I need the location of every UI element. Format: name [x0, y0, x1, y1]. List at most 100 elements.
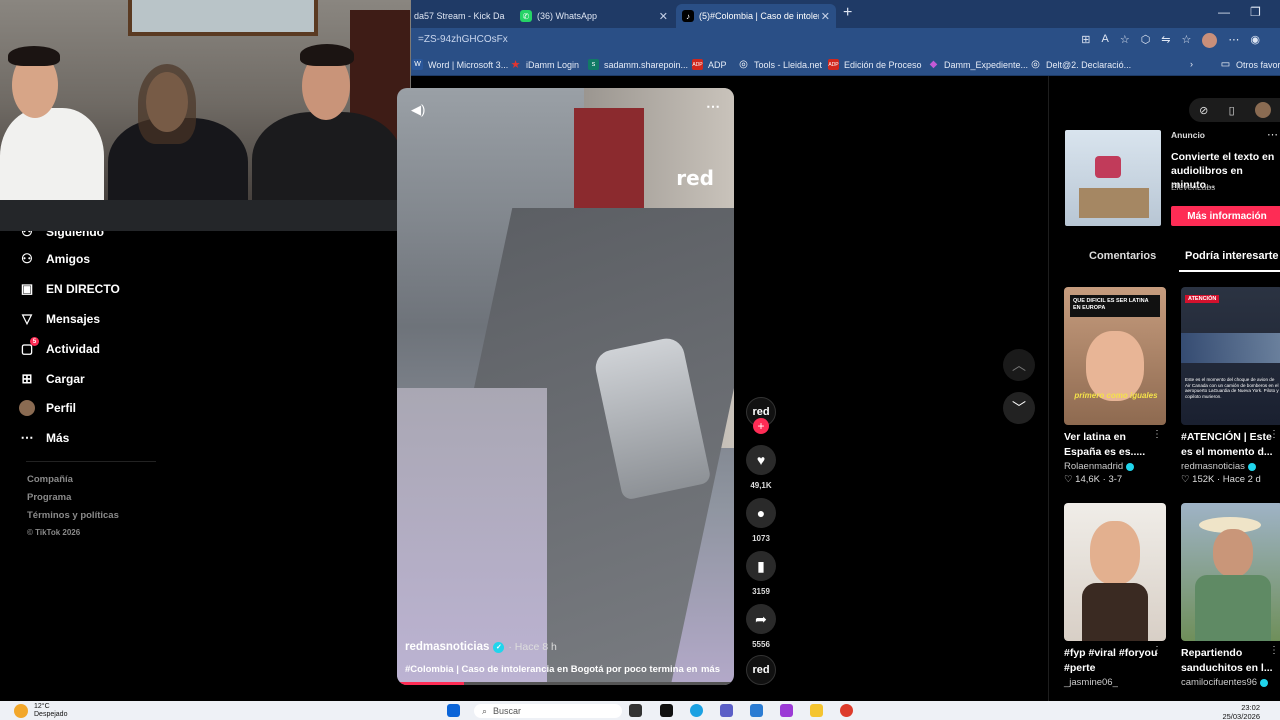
split-icon[interactable]: ⇋	[1161, 33, 1170, 48]
webcam-desk	[0, 200, 411, 231]
ad-cta-button[interactable]: Más información	[1171, 206, 1280, 226]
video-options-icon[interactable]: ⋯	[706, 98, 720, 115]
share-button[interactable]: ➦	[746, 604, 776, 634]
card-user[interactable]: camilocifuentes96	[1181, 677, 1280, 688]
webcam-mirror	[128, 0, 318, 36]
sidebar-item-live[interactable]: ▣ EN DIRECTO	[18, 280, 120, 298]
recommended-card[interactable]: ⋮ #fyp #viral #foryou #perte _jasmine06_	[1064, 503, 1166, 688]
send-icon: ▽	[22, 311, 32, 326]
bookmark-label: iDamm Login	[526, 59, 580, 70]
bookmark-otros[interactable]: ▭ Otros favorit	[1220, 59, 1280, 70]
phone-icon[interactable]: ▯	[1229, 104, 1235, 117]
card-user[interactable]: redmasnoticias	[1181, 461, 1280, 472]
recommended-card[interactable]: QUE DIFICIL ES SER LATINA EN EUROPA prim…	[1064, 287, 1166, 485]
teams-icon[interactable]	[720, 704, 733, 717]
taskbar-search[interactable]: ⌕ Buscar	[474, 704, 622, 718]
bookmark-idamm[interactable]: ★ iDamm Login	[510, 59, 580, 71]
volume-icon[interactable]: ◀)	[411, 102, 425, 118]
card-options-icon[interactable]: ⋮	[1152, 429, 1162, 440]
save-button[interactable]: ▮	[746, 551, 776, 581]
tab-tiktok[interactable]: ♪ (5)#Colombia | Caso de intoleranc ✕	[676, 4, 836, 28]
next-video-button[interactable]: ﹀	[1003, 392, 1035, 424]
card-options-icon[interactable]: ⋮	[1269, 429, 1279, 440]
outlook-icon[interactable]	[750, 704, 763, 717]
weather-widget[interactable]: 12°C Despejado	[14, 703, 67, 719]
maximize-icon[interactable]: ❐	[1250, 5, 1261, 19]
edge-icon[interactable]	[690, 704, 703, 717]
sidebar-item-activity[interactable]: ▢ 5 Actividad	[18, 337, 101, 358]
video-player[interactable]: ◀) ⋯ red redmasnoticias ✓ · Hace 8 h #Co…	[397, 88, 734, 685]
previous-video-button[interactable]: ︿	[1003, 349, 1035, 381]
bookmark-sharepoint[interactable]: s sadamm.sharepoin...	[588, 59, 688, 70]
like-button[interactable]: ♥	[746, 445, 776, 475]
chevron-right-icon[interactable]: ›	[1190, 59, 1193, 69]
menu-icon[interactable]: ⋯	[1228, 33, 1239, 48]
bookmark-delta[interactable]: ◎ Delt@2. Declaració...	[1030, 59, 1131, 70]
compass-icon[interactable]: ⊘	[1199, 104, 1208, 117]
windows-start-icon[interactable]	[447, 704, 460, 717]
tab-whatsapp[interactable]: ✆ (36) WhatsApp ✕	[514, 4, 674, 28]
tab-kick[interactable]: da57 Stream - Kick Da	[408, 4, 512, 28]
task-view-icon[interactable]	[629, 704, 642, 717]
sidebar-item-messages[interactable]: ▽ Mensajes	[18, 310, 100, 328]
collections-icon[interactable]: ☆	[1182, 33, 1192, 48]
sidebar-item-profile[interactable]: Perfil	[18, 399, 76, 417]
star-icon[interactable]: ☆	[1120, 33, 1130, 48]
bookmark-adp[interactable]: ADP ADP	[692, 59, 727, 70]
card-options-icon[interactable]: ⋮	[1152, 645, 1162, 656]
minimize-icon[interactable]: —	[1218, 5, 1230, 19]
footer-company-link[interactable]: Compañía	[27, 474, 73, 485]
card-likes: 14,6K	[1075, 474, 1100, 485]
weather-text: Despejado	[34, 711, 68, 718]
chevron-up-icon: ︿	[1012, 357, 1026, 373]
close-tab-icon[interactable]: ✕	[659, 10, 668, 23]
taskbar-clock[interactable]: 23:02 25/03/2026	[1222, 703, 1260, 720]
heart-icon: ♡	[1064, 474, 1076, 485]
tab-recommended[interactable]: Podría interesarte	[1185, 250, 1279, 262]
comment-button[interactable]: ●	[746, 498, 776, 528]
bookmark-edicion[interactable]: ADP Edición de Proceso	[828, 59, 922, 70]
url-text[interactable]: =ZS-94zhGHCOsFx	[418, 34, 508, 45]
search-placeholder: Buscar	[493, 706, 522, 716]
bookmark-lleida[interactable]: ◎ Tools - Lleida.net	[738, 59, 822, 70]
globe-icon: ◎	[739, 59, 748, 70]
file-explorer-icon[interactable]	[810, 704, 823, 717]
close-tab-icon[interactable]: ✕	[821, 10, 830, 23]
app-icon[interactable]	[780, 704, 793, 717]
video-progress[interactable]	[397, 682, 734, 685]
chrome-icon[interactable]	[840, 704, 853, 717]
copilot-icon[interactable]: ◉	[1250, 33, 1260, 48]
sidebar-item-label: Actividad	[46, 342, 101, 356]
ad-thumbnail[interactable]	[1065, 130, 1161, 226]
copyright: © TikTok 2026	[27, 528, 81, 537]
translate-icon[interactable]: A	[1101, 33, 1108, 48]
recommended-card[interactable]: ⋮ Repartiendo sanduchitos en l... camilo…	[1181, 503, 1280, 688]
clock-time: 23:02	[1241, 703, 1260, 712]
ad-brand[interactable]: ElevenLabs	[1171, 182, 1215, 192]
new-tab-button[interactable]: +	[843, 4, 852, 22]
card-options-icon[interactable]: ⋮	[1269, 645, 1279, 656]
extensions-icon[interactable]: ⬡	[1141, 33, 1151, 48]
recommended-card[interactable]: ATENCIÓN Este es el momento del choque d…	[1181, 287, 1280, 485]
tiktok-app-icon[interactable]	[660, 704, 673, 717]
sound-disc[interactable]: red	[746, 655, 776, 685]
card-user[interactable]: _jasmine06_	[1064, 677, 1166, 688]
footer-program-link[interactable]: Programa	[27, 492, 71, 503]
more-button[interactable]: más	[701, 664, 720, 675]
apps-icon[interactable]: ⊞	[1081, 33, 1090, 48]
ad-options-icon[interactable]: ⋯	[1267, 128, 1278, 141]
live-icon: ▣	[20, 281, 34, 296]
tab-comments[interactable]: Comentarios	[1089, 250, 1156, 262]
profile-avatar[interactable]	[1202, 33, 1218, 48]
follow-plus-icon[interactable]: +	[753, 418, 769, 434]
footer-terms-link[interactable]: Términos y políticas	[27, 510, 119, 521]
bookmark-damm[interactable]: ◆ Damm_Expediente...	[928, 59, 1028, 70]
card-user[interactable]: Rolaenmadrid	[1064, 461, 1166, 472]
post-time: · Hace 8 h	[508, 641, 557, 653]
sidebar-item-friends[interactable]: ⚇ Amigos	[18, 250, 90, 268]
bookmark-word[interactable]: W Word | Microsoft 3...	[412, 59, 508, 70]
sidebar-item-upload[interactable]: ⊞ Cargar	[18, 370, 85, 388]
profile-avatar[interactable]	[1254, 102, 1271, 118]
video-author[interactable]: redmasnoticias ✓ · Hace 8 h	[405, 641, 557, 653]
sidebar-item-more[interactable]: ⋯ Más	[18, 429, 70, 447]
